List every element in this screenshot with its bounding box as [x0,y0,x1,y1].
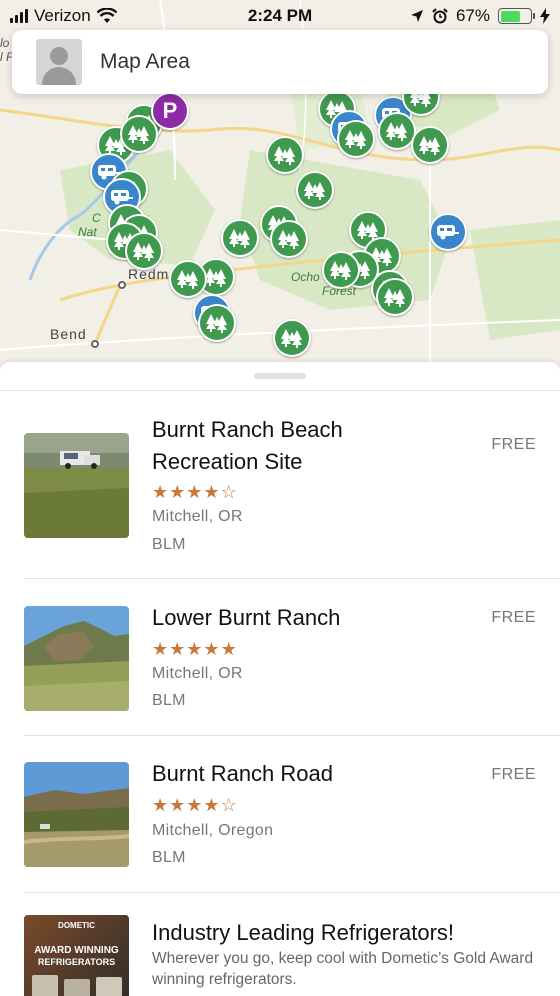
tree-icon [278,230,299,249]
tree-icon [229,229,250,248]
charging-bolt-icon [540,8,550,24]
listing-location: Mitchell, OR [152,665,243,682]
star-filled-icon: ★ [203,482,220,502]
tree-icon [274,146,295,165]
tree-icon [177,270,198,289]
search-bar-label: Map Area [100,50,190,73]
divider [24,735,560,736]
divider [0,390,560,391]
campsite-pin[interactable] [273,319,311,357]
star-filled-icon: ★ [186,795,203,815]
town-label-bend: Bend [50,326,87,342]
star-filled-icon: ★ [186,639,203,659]
forest-label: Ocho [291,270,320,284]
parking-pin[interactable]: P [151,92,189,130]
star-filled-icon: ★ [203,795,220,815]
carrier-name: Verizon [34,6,91,25]
star-filled-icon: ★ [152,795,169,815]
star-rating: ★ ★ ★ ★ ☆ [152,795,237,815]
ad-photo: DOMETIC AWARD WINNING REFRIGERATORS [24,915,129,996]
tree-icon [206,314,227,333]
ad-image-text: REFRIGERATORS [37,957,116,967]
avatar[interactable] [36,39,82,85]
star-filled-icon: ★ [220,639,237,659]
star-empty-icon: ☆ [220,795,237,815]
alarm-icon [432,8,448,24]
tree-icon [133,242,154,261]
campsite-pin[interactable] [125,232,163,270]
campsite-pin[interactable] [296,171,334,209]
tree-icon [304,181,325,200]
campsite-pin[interactable] [270,220,308,258]
listing-title[interactable]: Burnt Ranch Road [152,758,333,790]
star-empty-icon: ☆ [220,482,237,502]
campsite-pin[interactable] [198,304,236,342]
star-filled-icon: ★ [186,482,203,502]
map-edge-label: lo [0,36,10,50]
town-marker [118,281,126,289]
tree-icon [384,288,405,307]
status-right: 67% [410,6,550,26]
listing-photo [24,762,129,867]
star-rating: ★ ★ ★ ★ ☆ [152,482,237,502]
tree-icon [386,122,407,141]
map-area-search-bar[interactable]: Map Area [12,30,548,94]
tree-icon [419,136,440,155]
ad-title[interactable]: Industry Leading Refrigerators! [152,920,454,946]
campsite-pin[interactable] [337,120,375,158]
tree-icon [281,329,302,348]
results-sheet[interactable]: Burnt Ranch Beach Recreation Site FREE ★… [0,362,560,996]
campsite-pin[interactable] [411,126,449,164]
tree-icon [345,130,366,149]
campsite-pin[interactable] [120,115,158,153]
ad-brand-text: DOMETIC [58,921,95,930]
tree-icon [205,268,226,287]
star-filled-icon: ★ [169,639,186,659]
battery-level [500,10,520,22]
battery-percent: 67% [455,6,490,25]
listing-agency: BLM [152,849,186,866]
tree-icon [330,261,351,280]
price-badge: FREE [491,609,536,626]
sheet-drag-handle[interactable] [254,373,306,379]
listing-title[interactable]: Burnt Ranch Beach [152,414,343,446]
rv-site-pin[interactable] [429,213,467,251]
campsite-pin[interactable] [169,260,207,298]
listing-photo [24,433,129,538]
price-badge: FREE [491,436,536,453]
campsite-pin[interactable] [322,251,360,289]
listing-title[interactable]: Lower Burnt Ranch [152,602,340,634]
town-marker [91,340,99,348]
listing-location: Mitchell, OR [152,508,243,525]
listing-agency: BLM [152,692,186,709]
campsite-pin[interactable] [266,136,304,174]
star-filled-icon: ★ [203,639,220,659]
star-filled-icon: ★ [169,795,186,815]
listing-title[interactable]: Recreation Site [152,446,302,478]
tree-icon [128,125,149,144]
listing-location: Mitchell, Oregon [152,822,274,839]
status-bar: Verizon 2:24 PM 67% [0,0,560,32]
signal-icon [10,9,28,23]
campsite-pin[interactable] [376,278,414,316]
star-rating: ★ ★ ★ ★ ★ [152,639,237,659]
ad-description: Wherever you go, keep cool with Dometic’… [152,950,534,988]
campsite-pin[interactable] [221,219,259,257]
location-arrow-icon [410,10,423,22]
price-badge: FREE [491,766,536,783]
listing-agency: BLM [152,536,186,553]
rv-trailer-icon [437,225,459,240]
battery-icon [498,8,535,24]
rv-trailer-icon [111,190,133,205]
star-filled-icon: ★ [169,482,186,502]
star-filled-icon: ★ [152,482,169,502]
wifi-icon [96,8,117,23]
status-left: Verizon [10,6,117,26]
listing-photo [24,606,129,711]
divider [24,578,560,579]
star-filled-icon: ★ [152,639,169,659]
ad-image-text: AWARD WINNING [34,945,119,956]
divider [24,892,560,893]
